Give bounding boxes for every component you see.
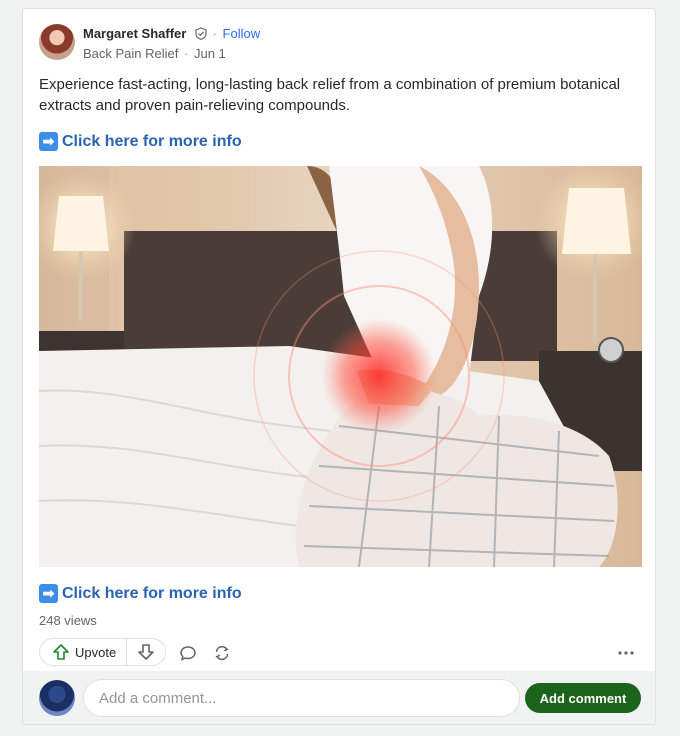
view-count: 248 views	[39, 613, 97, 628]
more-info-link-label: Click here for more info	[62, 584, 242, 602]
downvote-button[interactable]	[127, 639, 165, 665]
back-pain-photo	[39, 166, 642, 567]
author-avatar[interactable]	[39, 24, 75, 60]
reshare-icon	[215, 645, 229, 661]
separator: ·	[184, 46, 189, 61]
post-card: Margaret Shaffer · Follow Back Pain Reli…	[22, 8, 656, 725]
separator: ·	[212, 26, 217, 41]
more-info-link-label: Click here for more info	[62, 132, 242, 150]
post-body: Experience fast-acting, long-lasting bac…	[39, 76, 621, 114]
action-bar: Upvote	[39, 638, 643, 668]
post-meta: Back Pain Relief · Jun 1	[83, 46, 226, 61]
user-avatar[interactable]	[39, 680, 75, 716]
space-name[interactable]: Back Pain Relief	[83, 46, 178, 61]
upvote-button[interactable]: Upvote	[40, 639, 128, 665]
arrow-up-icon	[53, 644, 69, 660]
right-arrow-icon: ➡	[39, 584, 58, 603]
author-name[interactable]: Margaret Shaffer	[83, 26, 186, 41]
post-date[interactable]: Jun 1	[194, 46, 226, 61]
post-image[interactable]	[39, 166, 642, 567]
arrow-down-icon	[138, 644, 154, 660]
upvote-label: Upvote	[75, 644, 117, 660]
comment-input[interactable]	[83, 679, 520, 717]
post-header: Margaret Shaffer · Follow Back Pain Reli…	[39, 24, 639, 64]
comment-bar: Add comment	[23, 671, 655, 724]
more-dots-icon	[618, 651, 634, 655]
more-info-link-top[interactable]: ➡ Click here for more info	[39, 132, 242, 151]
more-options-button[interactable]	[613, 640, 639, 666]
share-button[interactable]	[209, 640, 235, 666]
vote-group: Upvote	[39, 638, 166, 666]
right-arrow-icon: ➡	[39, 132, 58, 151]
author-line: Margaret Shaffer · Follow	[83, 26, 260, 43]
more-info-link-bottom[interactable]: ➡ Click here for more info	[39, 584, 242, 603]
add-comment-button[interactable]: Add comment	[525, 683, 641, 713]
comment-button[interactable]	[175, 640, 201, 666]
verified-shield-icon	[195, 27, 207, 43]
speech-bubble-icon	[180, 646, 196, 661]
follow-button[interactable]: Follow	[223, 26, 261, 41]
